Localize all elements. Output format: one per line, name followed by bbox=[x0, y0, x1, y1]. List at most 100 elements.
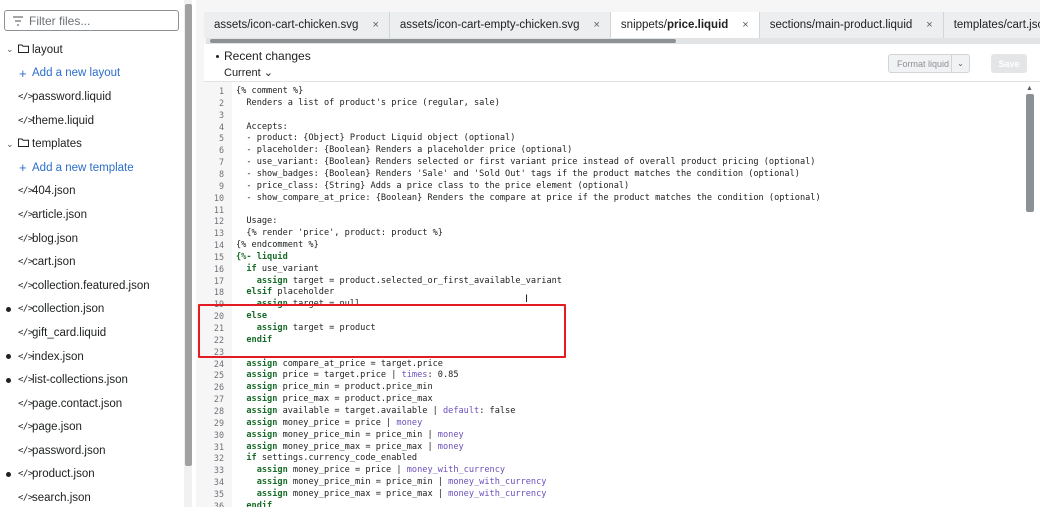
code-token: Renders a list of product's price (regul… bbox=[236, 97, 500, 108]
code-token: elsif bbox=[236, 287, 278, 298]
plus-icon: + bbox=[19, 160, 27, 176]
file-label: gift_card.liquid bbox=[32, 326, 107, 339]
version-select-label: Current bbox=[224, 67, 261, 79]
code-token: : false bbox=[479, 405, 516, 416]
file-label: collection.featured.json bbox=[32, 279, 150, 292]
close-icon[interactable]: × bbox=[926, 19, 932, 31]
close-icon[interactable]: × bbox=[372, 19, 378, 31]
modified-dot-icon bbox=[6, 306, 11, 312]
file-item[interactable]: </> password.json bbox=[0, 439, 183, 463]
code-file-icon: </> bbox=[18, 115, 33, 126]
folder-icon bbox=[18, 44, 29, 56]
code-token: money_price_min = price_min | bbox=[282, 429, 438, 440]
file-item[interactable]: </> search.json bbox=[0, 486, 183, 507]
code-token: Usage: bbox=[236, 216, 278, 227]
scroll-up-icon[interactable]: ▲ bbox=[1026, 85, 1033, 92]
code-line: assign target = product.selected_or_firs… bbox=[236, 275, 562, 287]
line-number: 25 bbox=[213, 370, 224, 381]
file-item[interactable]: </> article.json bbox=[0, 203, 183, 227]
code-line: {%- liquid bbox=[236, 251, 288, 263]
file-label: product.json bbox=[32, 468, 95, 481]
tabs-scrollbar-thumb[interactable] bbox=[210, 39, 676, 43]
line-number: 1 bbox=[218, 86, 224, 96]
line-number: 29 bbox=[213, 417, 224, 428]
file-item[interactable]: </> cart.json bbox=[0, 250, 183, 274]
file-item[interactable]: </> page.json bbox=[0, 416, 183, 440]
filter-files-input[interactable]: Filter files... bbox=[4, 10, 179, 31]
text-cursor-icon: I bbox=[525, 293, 529, 305]
folder-item[interactable]: ⌄ templates bbox=[0, 132, 183, 156]
tab-label: snippets/price.liquid bbox=[620, 19, 729, 31]
code-token: assign bbox=[236, 382, 283, 393]
code-token: money_with_currency bbox=[406, 465, 506, 476]
code-area[interactable]: 1 {% comment %} 2 Renders a list of produc… bbox=[204, 82, 1040, 507]
filter-placeholder: Filter files... bbox=[29, 13, 91, 28]
file-item[interactable]: </> collection.json bbox=[0, 298, 183, 322]
close-icon[interactable]: × bbox=[593, 19, 599, 31]
format-liquid-label: Format liquid bbox=[897, 58, 950, 69]
chevron-down-icon[interactable]: ⌄ bbox=[6, 139, 14, 150]
format-liquid-button[interactable]: Format liquid ⌄ bbox=[888, 54, 970, 73]
code-line: Accepts: bbox=[236, 121, 287, 133]
file-item[interactable]: </> page.contact.json bbox=[0, 392, 183, 416]
editor-tab[interactable]: templates/cart.json× bbox=[943, 12, 1040, 38]
file-label: password.liquid bbox=[32, 90, 112, 103]
code-line: {% comment %} bbox=[236, 85, 303, 97]
file-label: collection.json bbox=[32, 303, 105, 316]
file-item[interactable]: </> index.json bbox=[0, 345, 183, 369]
file-item[interactable]: </> product.json bbox=[0, 463, 183, 487]
recent-changes[interactable]: Recent changes bbox=[216, 49, 311, 63]
line-number: 27 bbox=[213, 394, 224, 405]
editor-tab[interactable]: assets/icon-cart-empty-chicken.svg × bbox=[389, 12, 611, 38]
code-file-icon: </> bbox=[18, 493, 33, 504]
file-item[interactable]: </> theme.liquid bbox=[0, 109, 183, 133]
tab-filename: price.liquid bbox=[666, 19, 729, 31]
code-token: - show_badges: {Boolean} Renders 'Sale' … bbox=[236, 168, 800, 179]
editor-tabs: assets/icon-cart-chicken.svg × assets/icon… bbox=[204, 12, 1040, 38]
code-token: price = target.price | bbox=[282, 370, 402, 381]
version-select[interactable]: Current ⌄ bbox=[224, 66, 273, 79]
code-token: assign bbox=[236, 417, 283, 428]
code-file-icon: </> bbox=[18, 422, 33, 433]
code-token: - show_compare_at_price: {Boolean} Rende… bbox=[236, 192, 821, 203]
file-item[interactable]: </> list-collections.json bbox=[0, 368, 183, 392]
code-line: assign price_min = product.price_min bbox=[236, 381, 433, 393]
line-number: 12 bbox=[213, 216, 224, 227]
file-label: index.json bbox=[32, 350, 84, 363]
add-item-link[interactable]: + Add a new layout bbox=[0, 62, 183, 86]
code-line: - show_compare_at_price: {Boolean} Rende… bbox=[236, 192, 821, 204]
code-file-icon: </> bbox=[18, 327, 33, 338]
file-item[interactable]: </> gift_card.liquid bbox=[0, 321, 183, 345]
chevron-down-icon: ⌄ bbox=[263, 67, 273, 79]
code-token: money_price = price | bbox=[292, 465, 407, 476]
line-number: 34 bbox=[213, 477, 224, 488]
file-item[interactable]: </> 404.json bbox=[0, 180, 183, 204]
chevron-down-icon[interactable]: ⌄ bbox=[951, 55, 969, 72]
code-editor-panel: assets/icon-cart-chicken.svg × assets/icon… bbox=[196, 0, 1040, 507]
line-number: 9 bbox=[218, 180, 224, 191]
chevron-down-icon[interactable]: ⌄ bbox=[6, 44, 14, 55]
code-token: assign bbox=[236, 394, 283, 405]
line-number: 32 bbox=[213, 453, 224, 464]
line-number: 36 bbox=[213, 500, 224, 507]
line-number: 18 bbox=[213, 287, 224, 298]
code-line: Renders a list of product's price (regul… bbox=[236, 97, 500, 109]
editor-tab[interactable]: snippets/price.liquid × bbox=[610, 12, 760, 38]
editor-tab[interactable]: sections/main-product.liquid × bbox=[759, 12, 944, 38]
file-item[interactable]: </> blog.json bbox=[0, 227, 183, 251]
add-item-label: Add a new layout bbox=[32, 67, 121, 80]
file-item[interactable]: </> collection.featured.json bbox=[0, 274, 183, 298]
folder-item[interactable]: ⌄ layout bbox=[0, 38, 183, 62]
editor-tab[interactable]: assets/icon-cart-chicken.svg × bbox=[204, 12, 390, 38]
code-token: assign bbox=[236, 429, 283, 440]
code-token: price_min = product.price_min bbox=[282, 382, 433, 393]
close-icon[interactable]: × bbox=[742, 19, 748, 31]
add-item-link[interactable]: + Add a new template bbox=[0, 156, 183, 180]
code-scrollbar-thumb[interactable] bbox=[1026, 94, 1034, 212]
code-line: assign compare_at_price = target.price bbox=[236, 358, 443, 370]
line-number: 6 bbox=[218, 145, 224, 156]
file-item[interactable]: </> password.liquid bbox=[0, 85, 183, 109]
save-button[interactable]: Save bbox=[991, 54, 1027, 73]
code-token: money_price = price | bbox=[282, 417, 397, 428]
sidebar-scrollbar-thumb[interactable] bbox=[185, 4, 192, 466]
